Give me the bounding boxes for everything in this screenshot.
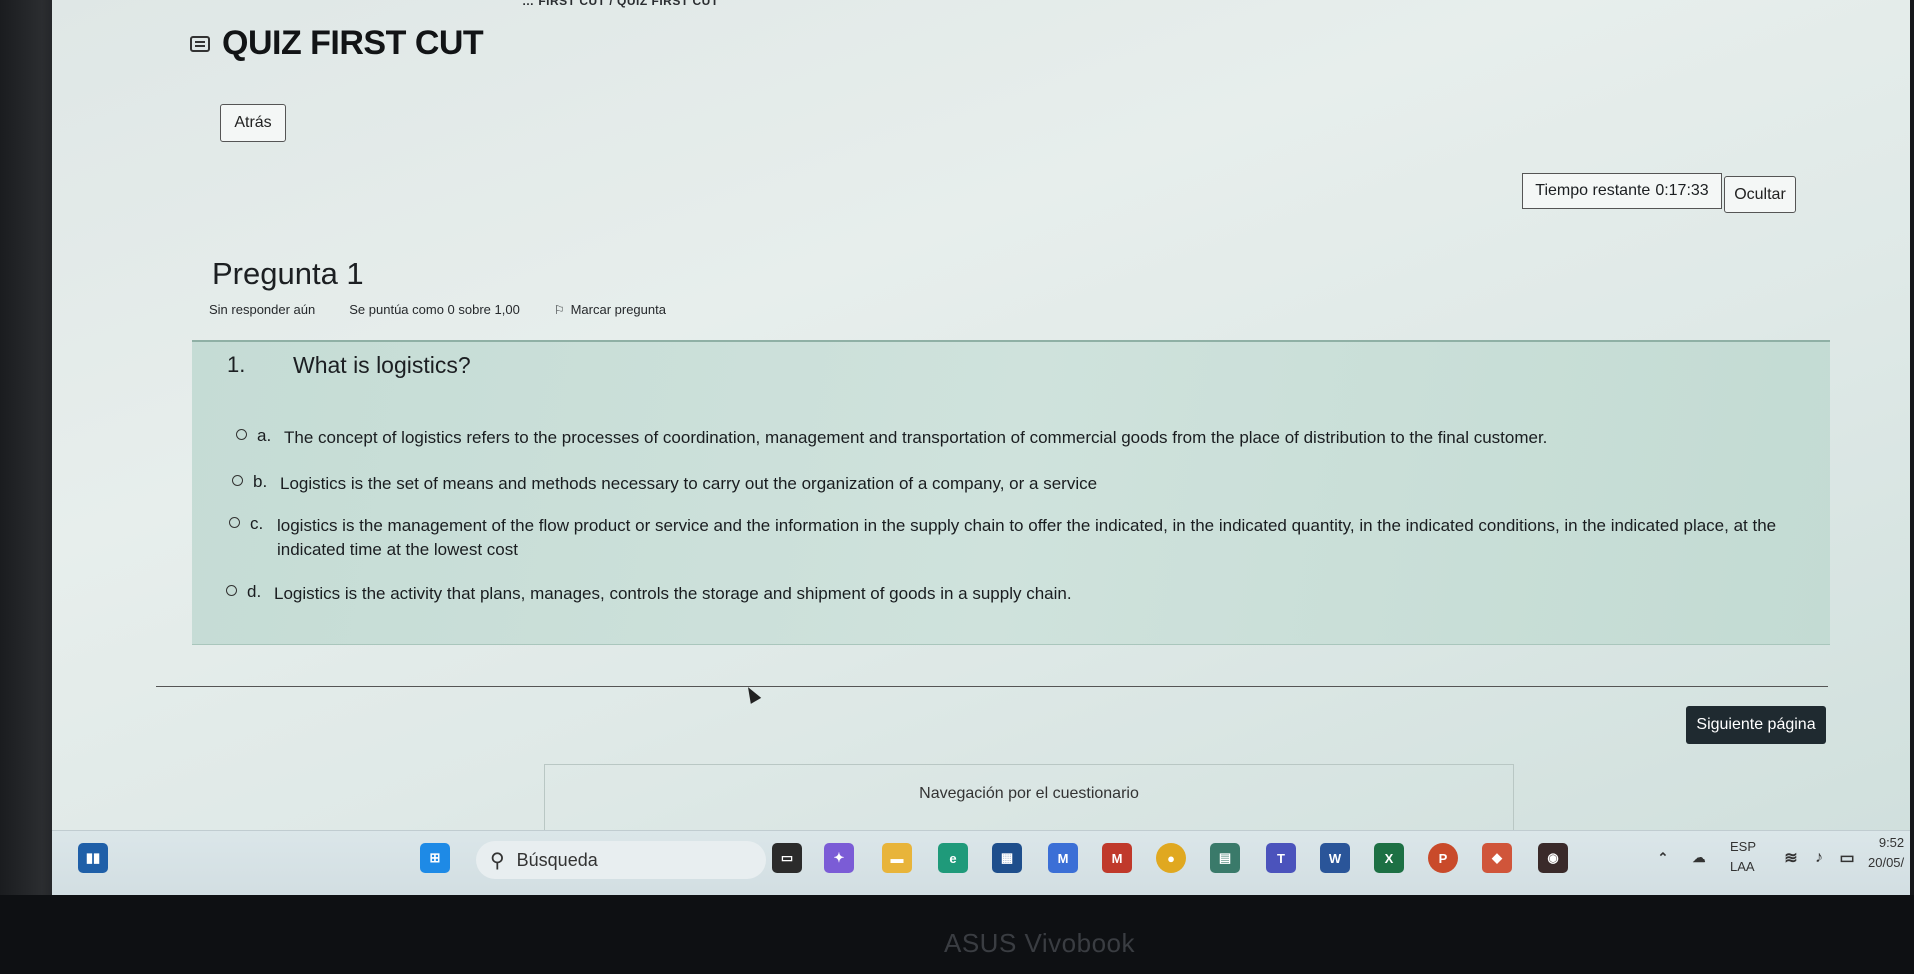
teams-icon[interactable]: T [1266,843,1296,873]
back-button[interactable]: Atrás [220,104,286,142]
keyboard-layout: LAA [1730,859,1755,874]
flag-question-label: Marcar pregunta [570,302,666,317]
clock[interactable]: 9:52 20/05/ [1868,833,1904,873]
language-indicator[interactable]: ESP LAA [1730,837,1756,877]
powerpoint-icon[interactable]: P [1428,843,1458,873]
screen: … FIRST CUT / QUIZ FIRST CUT QUIZ FIRST … [52,0,1910,895]
mouse-cursor-icon [742,684,762,704]
question-number: 1. [227,352,246,377]
clock-date: 20/05/ [1868,855,1905,870]
hide-timer-button[interactable]: Ocultar [1724,176,1796,213]
radio-button[interactable] [236,429,247,440]
app-icon-3[interactable]: ◉ [1538,843,1568,873]
flag-question-link[interactable]: ⚐ Marcar pregunta [554,302,666,317]
flag-icon: ⚐ [553,302,565,317]
option-letter: b. [253,472,268,491]
app-icon[interactable]: M [1048,843,1078,873]
answer-option-c[interactable]: c. logistics is the management of the fl… [229,514,1809,562]
answer-option-d[interactable]: d. Logistics is the activity that plans,… [226,582,1686,606]
store-icon[interactable]: ▦ [992,843,1022,873]
taskbar-search[interactable]: ⚲ Búsqueda [476,841,766,879]
radio-button[interactable] [229,517,240,528]
windows-start-icon[interactable]: ⊞ [420,843,450,873]
word-icon[interactable]: W [1320,843,1350,873]
app-icon-2[interactable]: ◆ [1482,843,1512,873]
excel-icon[interactable]: X [1374,843,1404,873]
option-letter: d. [247,582,262,601]
onedrive-icon[interactable]: ☁ [1684,843,1714,873]
radio-button[interactable] [226,585,237,596]
calculator-icon[interactable]: ▤ [1210,843,1240,873]
mcafee-icon[interactable]: M [1102,843,1132,873]
copilot-icon[interactable]: ✦ [824,843,854,873]
quiz-header: QUIZ FIRST CUT [190,24,484,63]
next-page-button[interactable]: Siguiente página [1686,706,1826,744]
timer: Tiempo restante 0:17:33 [1522,173,1722,209]
chrome-icon[interactable]: ● [1156,843,1186,873]
quiz-navigation-title: Navegación por el cuestionario [919,785,1139,802]
breadcrumb[interactable]: … FIRST CUT / QUIZ FIRST CUT [522,0,719,8]
task-view-icon[interactable]: ▭ [772,843,802,873]
file-explorer-icon[interactable]: ▬ [882,843,912,873]
radio-button[interactable] [232,475,243,486]
question-text: What is logistics? [293,352,471,378]
question-status: Sin responder aún [209,302,316,317]
question-grade: Se puntúa como 0 sobre 1,00 [349,302,520,317]
option-letter: a. [257,426,272,445]
answer-option-a[interactable]: a. The concept of logistics refers to th… [236,426,1696,450]
answer-option-b[interactable]: b. Logistics is the set of means and met… [232,472,1692,496]
page-title: QUIZ FIRST CUT [222,24,484,62]
battery-icon[interactable]: ▭ [1832,843,1862,873]
question-info: Sin responder aún Se puntúa como 0 sobre… [209,302,666,317]
option-text: Logistics is the activity that plans, ma… [274,584,1072,603]
clock-time: 9:52 [1878,835,1905,850]
option-text: logistics is the management of the flow … [277,516,1777,559]
search-placeholder: Búsqueda [516,849,598,870]
timer-value: 0:17:33 [1655,182,1709,199]
timer-label: Tiempo restante [1535,182,1651,199]
chevron-up-icon[interactable]: ⌃ [1648,843,1678,873]
question-title: Pregunta 1 [212,256,364,291]
quiz-icon [190,35,210,52]
laptop-brand-logo: ASUS Vivobook [944,928,1136,958]
taskbar: ▮▮ ⊞ ⚲ Búsqueda ▭ ✦ ▬ e ▦ M M ● ▤ T W X … [52,830,1910,895]
widgets-icon[interactable]: ▮▮ [78,843,108,873]
volume-icon[interactable]: ♪ [1804,843,1834,873]
language-code: ESP [1730,839,1757,854]
edge-browser-icon[interactable]: e [938,843,968,873]
option-letter: c. [250,514,264,533]
option-text: The concept of logistics refers to the p… [284,428,1548,447]
wifi-icon[interactable]: ≋ [1776,843,1806,873]
option-text: Logistics is the set of means and method… [280,474,1098,493]
divider [156,686,1828,687]
search-icon: ⚲ [490,849,505,872]
